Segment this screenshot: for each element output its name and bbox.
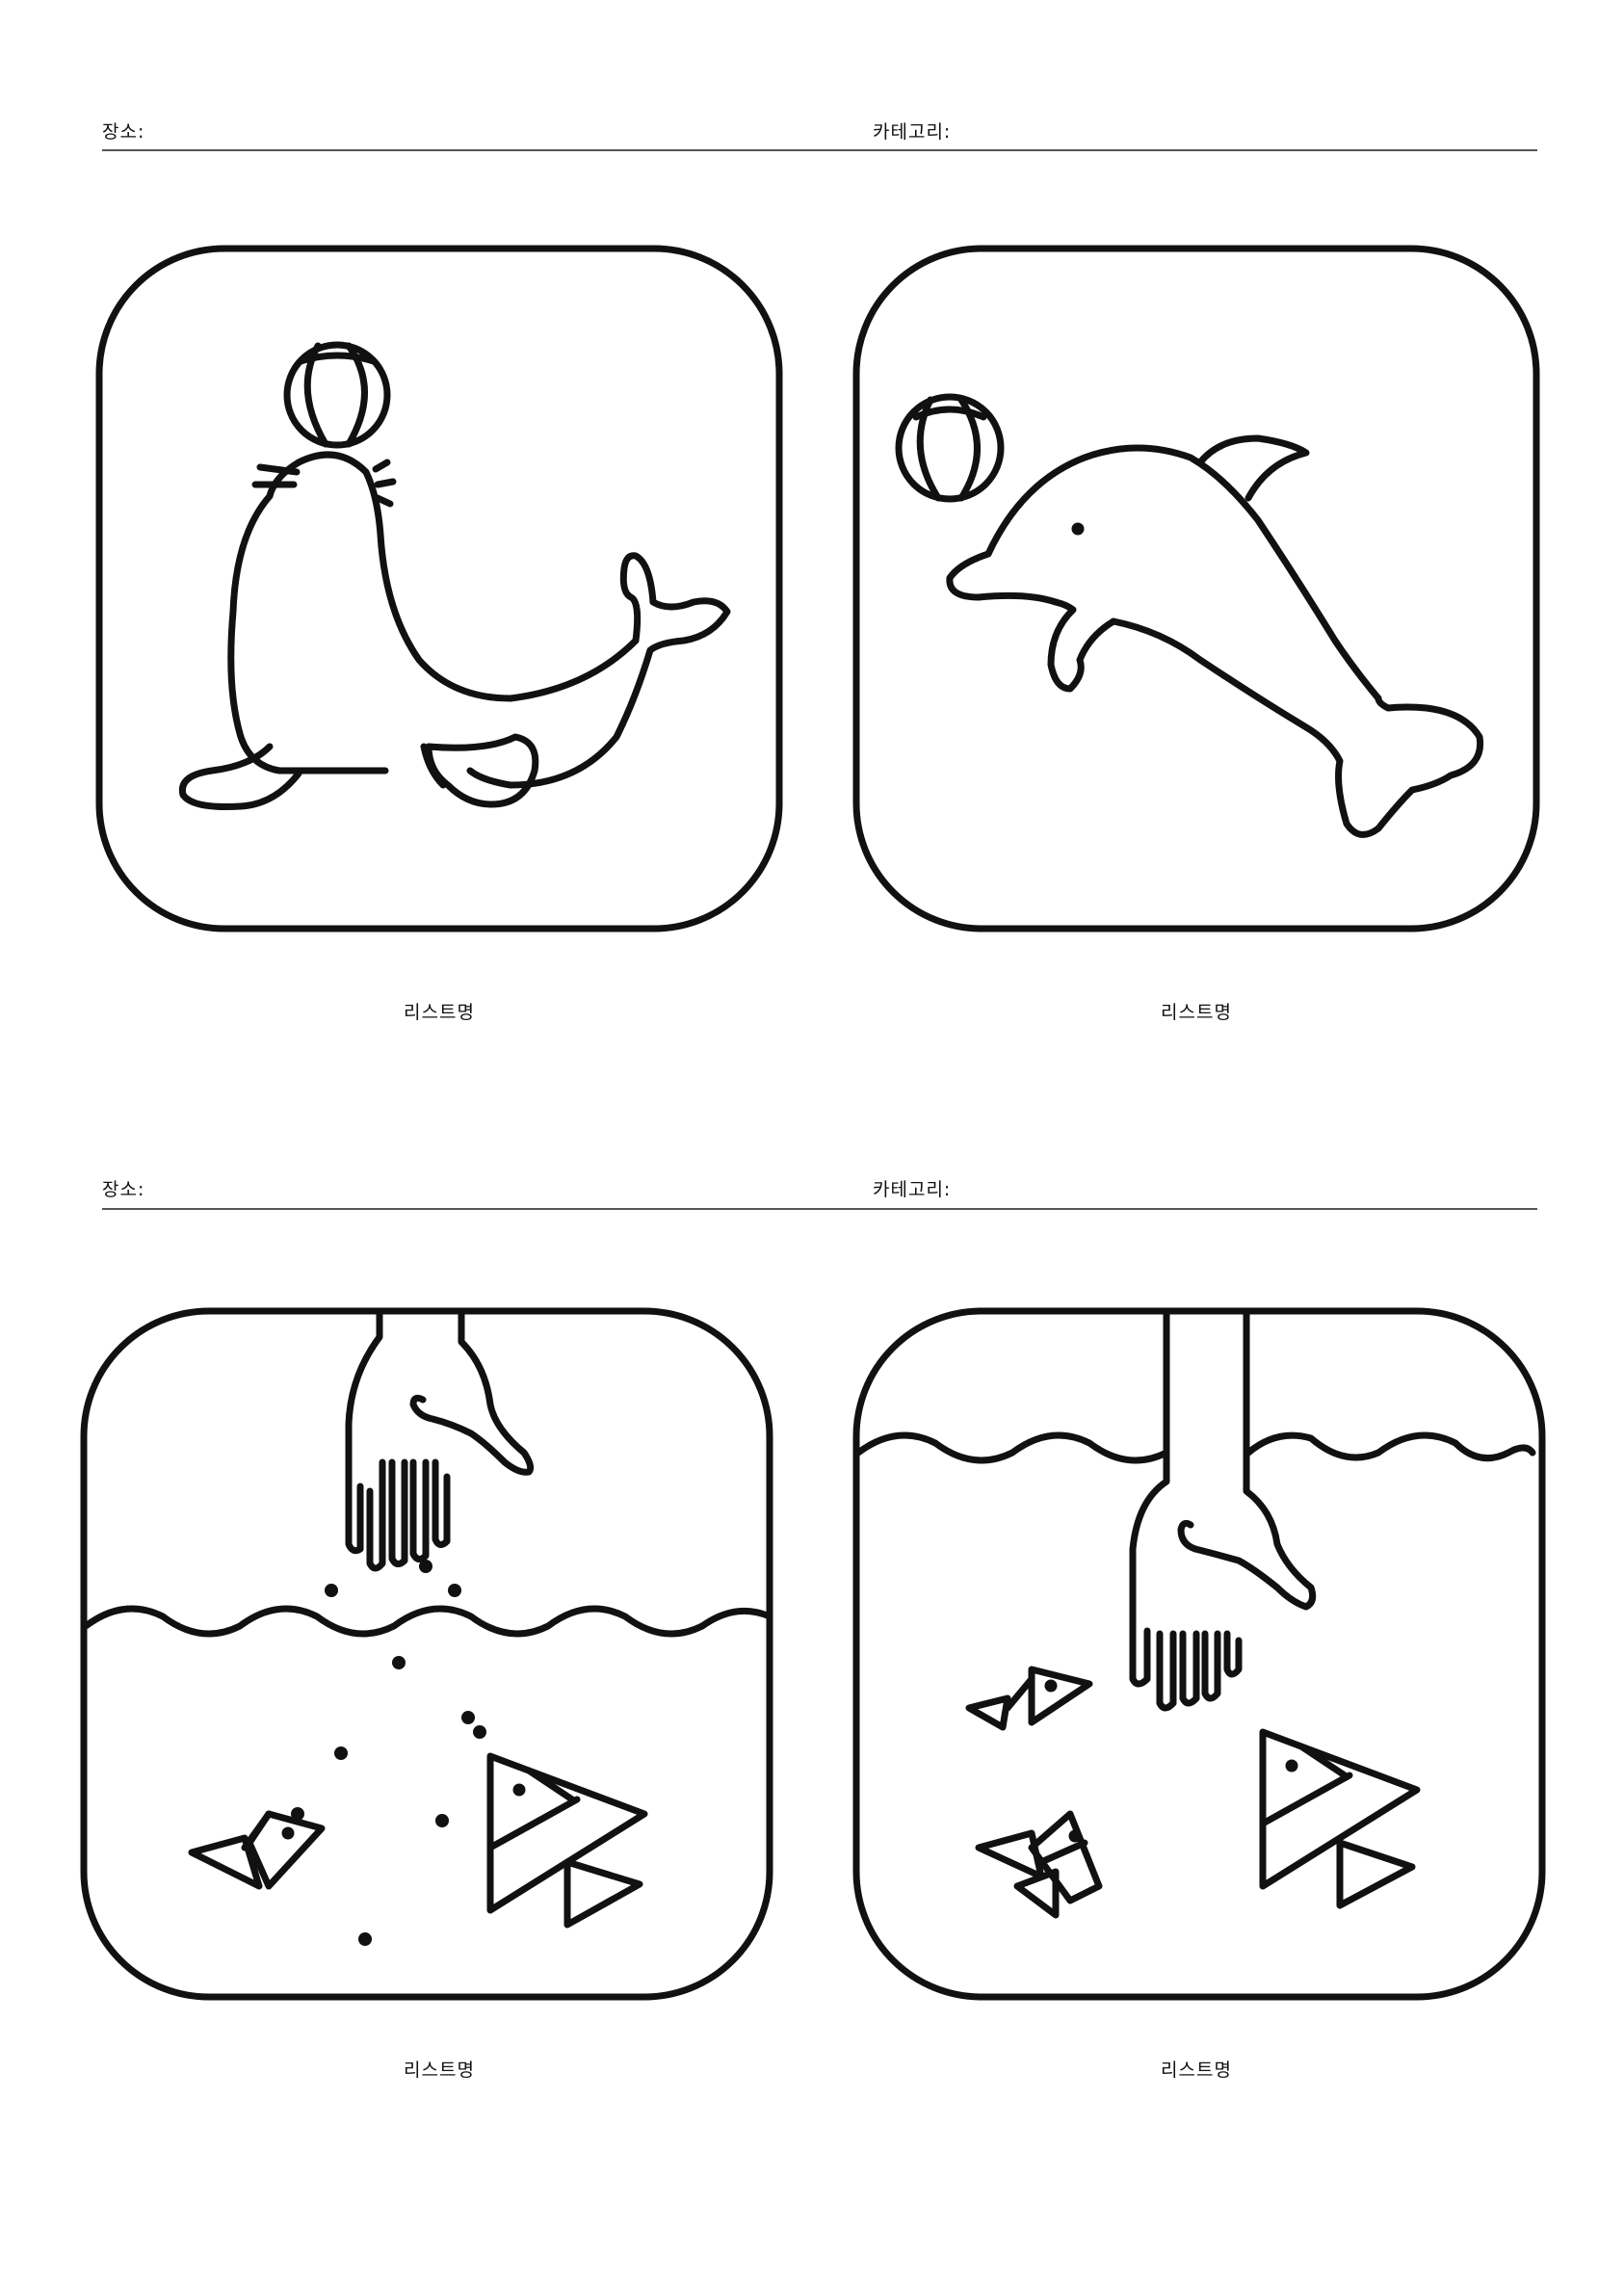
seal-ball-icon — [178, 341, 731, 810]
location-label: 장소: — [102, 1179, 145, 1200]
category-label: 카테고리: — [873, 121, 952, 143]
hand-fish-underwater-icon — [854, 1310, 1536, 1919]
card-hand-underwater — [852, 1307, 1546, 2001]
card-frame — [95, 245, 783, 932]
header-rule — [102, 1208, 1537, 1210]
card-frame — [852, 245, 1540, 932]
card-feeding — [80, 1307, 773, 2001]
feeding-fish-icon — [82, 1310, 773, 1929]
card-caption: 리스트명 — [1161, 2060, 1232, 2081]
card-caption: 리스트명 — [1161, 1002, 1232, 1023]
card-dolphin — [852, 245, 1540, 932]
location-label: 장소: — [102, 121, 145, 143]
dolphin-ball-icon — [895, 393, 1484, 838]
card-caption: 리스트명 — [404, 1002, 475, 1023]
category-label: 카테고리: — [873, 1179, 952, 1200]
card-seal — [95, 245, 783, 932]
header-rule — [102, 149, 1537, 151]
card-caption: 리스트명 — [404, 2060, 475, 2081]
